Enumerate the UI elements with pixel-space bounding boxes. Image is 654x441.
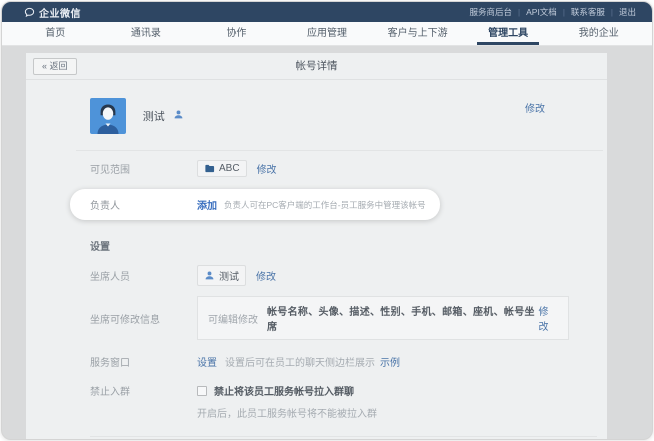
editable-info-box: 可编辑修改 帐号名称、头像、描述、性别、手机、邮箱、座机、帐号坐席 修改: [197, 296, 569, 340]
visible-range-tag: ABC: [197, 160, 247, 177]
forbid-group-checkbox[interactable]: [197, 386, 207, 396]
editable-info-label: 坐席可修改信息: [90, 311, 197, 326]
settings-section-title: 设置: [90, 238, 607, 253]
topbar-links: 服务商后台 | API文档 | 联系客服 | 退出: [470, 6, 636, 18]
service-window-example-link[interactable]: 示例: [380, 354, 400, 369]
owner-row-highlighted: 负责人 添加 负责人可在PC客户端的工作台-员工服务中管理该帐号: [70, 189, 440, 220]
separator: |: [611, 8, 613, 17]
nav-item-my-company[interactable]: 我的企业: [553, 22, 644, 45]
page-title: 帐号详情: [26, 53, 607, 80]
account-detail-panel: « 返回 帐号详情 测试: [26, 53, 607, 439]
visible-range-label: 可见范围: [90, 161, 197, 176]
owner-add-link[interactable]: 添加: [197, 197, 217, 212]
wecom-logo[interactable]: 企业微信: [24, 5, 81, 20]
person-icon: [204, 270, 215, 281]
forbid-group-value: 禁止将该员工服务帐号拉入群聊 开启后，此员工服务帐号将不能被拉入群: [197, 383, 377, 420]
forbid-group-hint: 开启后，此员工服务帐号将不能被拉入群: [197, 405, 377, 420]
topbar-link-provider[interactable]: 服务商后台: [470, 6, 513, 18]
browser-window: 企业微信 服务商后台 | API文档 | 联系客服 | 退出 首页 通讯录 协作…: [1, 1, 653, 440]
detail-toolbar: « 返回 帐号详情: [26, 53, 607, 80]
folder-icon: [204, 163, 215, 174]
main-nav: 首页 通讯录 协作 应用管理 客户与上下游 管理工具 我的企业: [2, 22, 652, 46]
topbar-link-api-docs[interactable]: API文档: [526, 6, 557, 18]
editable-info-fields: 帐号名称、头像、描述、性别、手机、邮箱、座机、帐号坐席: [267, 303, 538, 333]
avatar: [90, 98, 126, 134]
visible-range-row: 可见范围 ABC 修改: [26, 151, 607, 186]
nav-item-admin-tools[interactable]: 管理工具: [463, 22, 554, 45]
topbar-link-support[interactable]: 联系客服: [571, 6, 605, 18]
topbar-link-logout[interactable]: 退出: [619, 6, 636, 18]
back-button[interactable]: « 返回: [33, 58, 77, 75]
service-window-hint: 设置后可在员工的聊天侧边栏展示: [225, 354, 375, 369]
page-content: « 返回 帐号详情 测试: [2, 47, 652, 439]
visible-range-tag-text: ABC: [219, 163, 240, 174]
separator: |: [518, 8, 520, 17]
nav-item-home[interactable]: 首页: [10, 22, 101, 45]
divider: [90, 436, 597, 437]
nav-item-collaboration[interactable]: 协作: [191, 22, 282, 45]
service-window-label: 服务窗口: [90, 354, 197, 369]
profile-modify-link[interactable]: 修改: [525, 100, 545, 115]
nav-item-contacts[interactable]: 通讯录: [101, 22, 192, 45]
editable-info-modify-link[interactable]: 修改: [538, 303, 558, 333]
agents-label: 坐席人员: [90, 268, 197, 283]
person-icon: [173, 109, 184, 120]
nav-item-customers[interactable]: 客户与上下游: [372, 22, 463, 45]
brand-text: 企业微信: [39, 5, 81, 20]
owner-hint-text: 负责人可在PC客户端的工作台-员工服务中管理该帐号: [224, 199, 426, 211]
editable-info-prefix: 可编辑修改: [208, 311, 258, 326]
separator: |: [563, 8, 565, 17]
editable-info-row: 坐席可修改信息 可编辑修改 帐号名称、头像、描述、性别、手机、邮箱、座机、帐号坐…: [26, 296, 607, 340]
service-window-set-link[interactable]: 设置: [197, 354, 217, 369]
agents-tag: 测试: [197, 265, 246, 286]
agents-row: 坐席人员 测试 修改: [26, 253, 607, 292]
agents-modify-link[interactable]: 修改: [256, 268, 276, 283]
forbid-group-row: 禁止入群 禁止将该员工服务帐号拉入群聊 开启后，此员工服务帐号将不能被拉入群: [26, 383, 607, 420]
agents-tag-text: 测试: [219, 268, 239, 283]
owner-label: 负责人: [90, 197, 197, 212]
chat-bubble-icon: [24, 7, 35, 18]
nav-item-app-management[interactable]: 应用管理: [282, 22, 373, 45]
forbid-group-checkbox-label: 禁止将该员工服务帐号拉入群聊: [214, 383, 354, 398]
topbar: 企业微信 服务商后台 | API文档 | 联系客服 | 退出: [2, 2, 652, 22]
account-name: 测试: [143, 111, 165, 123]
forbid-group-label: 禁止入群: [90, 383, 197, 398]
profile-section: 测试 修改: [26, 80, 607, 150]
visible-range-modify-link[interactable]: 修改: [257, 161, 277, 176]
service-window-row: 服务窗口 设置 设置后可在员工的聊天侧边栏展示 示例: [26, 354, 607, 369]
